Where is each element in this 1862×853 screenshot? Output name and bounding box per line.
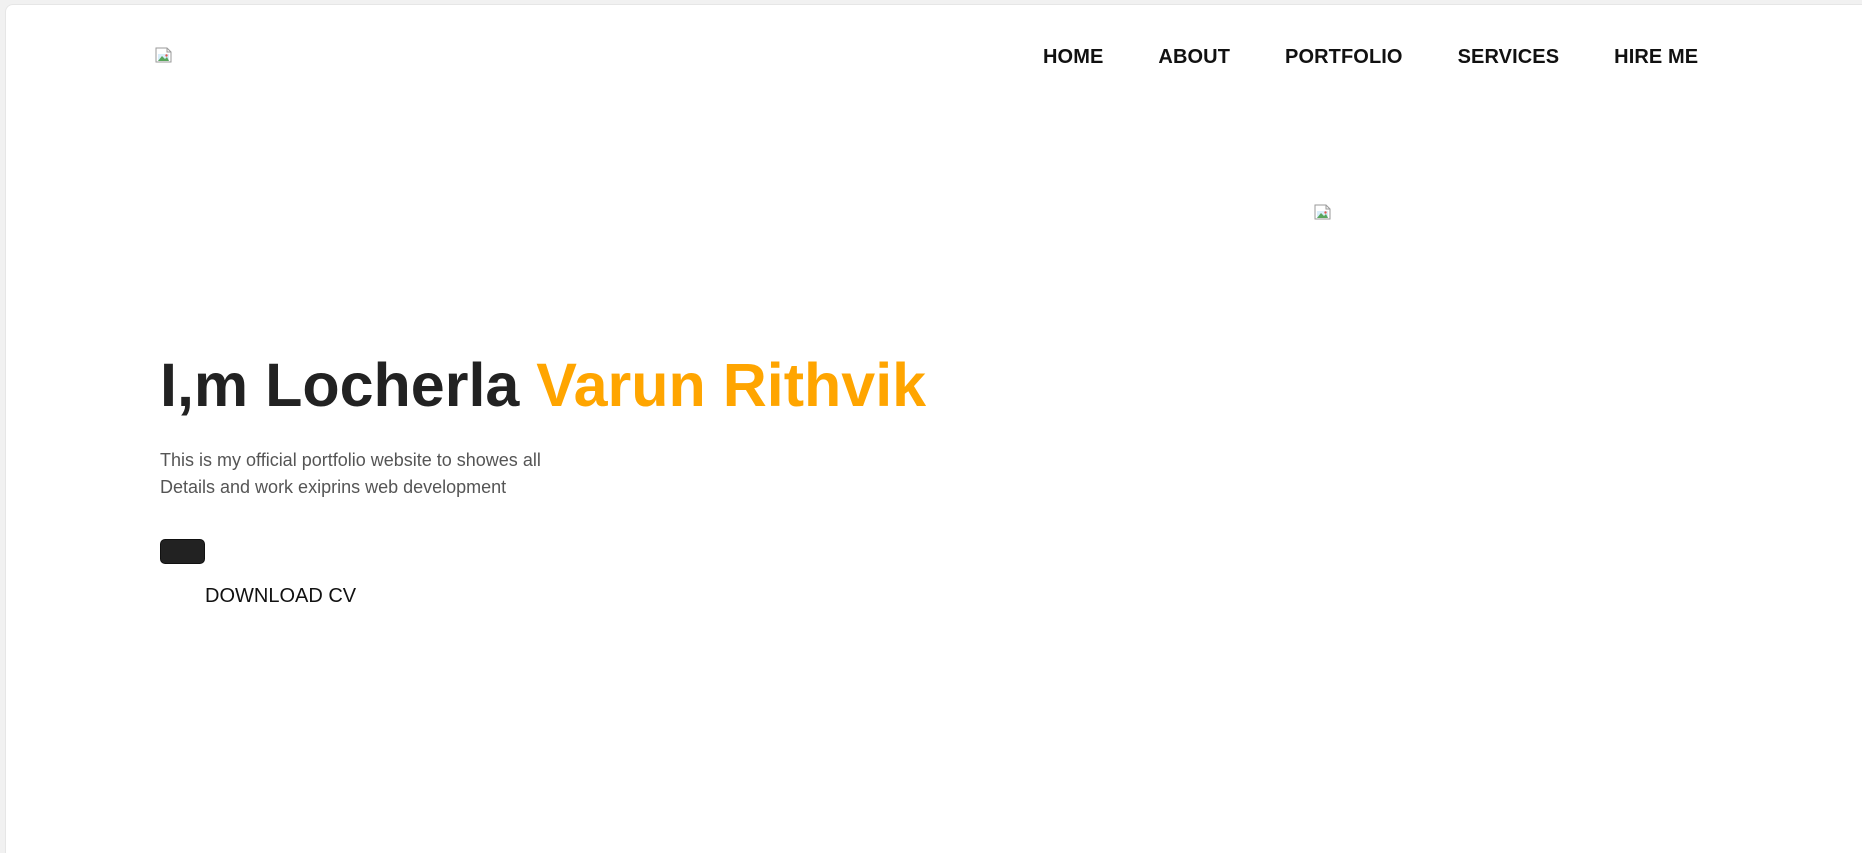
nav-home-link[interactable]: HOME — [1043, 45, 1103, 69]
logo-broken-image-icon[interactable] — [154, 45, 174, 65]
headline-prefix: I,m Locherla — [160, 351, 537, 419]
main-nav: HOME ABOUT PORTFOLIO SERVICES HIRE ME — [1043, 45, 1698, 69]
nav-services-link[interactable]: SERVICES — [1458, 45, 1560, 69]
nav-portfolio-link[interactable]: PORTFOLIO — [1285, 45, 1403, 69]
page: HOME ABOUT PORTFOLIO SERVICES HIRE ME I,… — [5, 4, 1862, 853]
hero-headline: I,m Locherla Varun Rithvik — [160, 349, 926, 421]
nav-hire-me-link[interactable]: HIRE ME — [1614, 45, 1698, 69]
download-cv-button[interactable] — [160, 539, 205, 564]
description-line-1: This is my official portfolio website to… — [160, 450, 541, 470]
description-line-2: Details and work exiprins web developmen… — [160, 477, 507, 497]
hero-description: This is my official portfolio website to… — [160, 447, 620, 501]
hero-broken-image-icon — [1313, 202, 1333, 222]
headline-name: Varun Rithvik — [536, 351, 927, 419]
download-cv-link[interactable]: DOWNLOAD CV — [205, 584, 356, 608]
nav-about-link[interactable]: ABOUT — [1158, 45, 1230, 69]
